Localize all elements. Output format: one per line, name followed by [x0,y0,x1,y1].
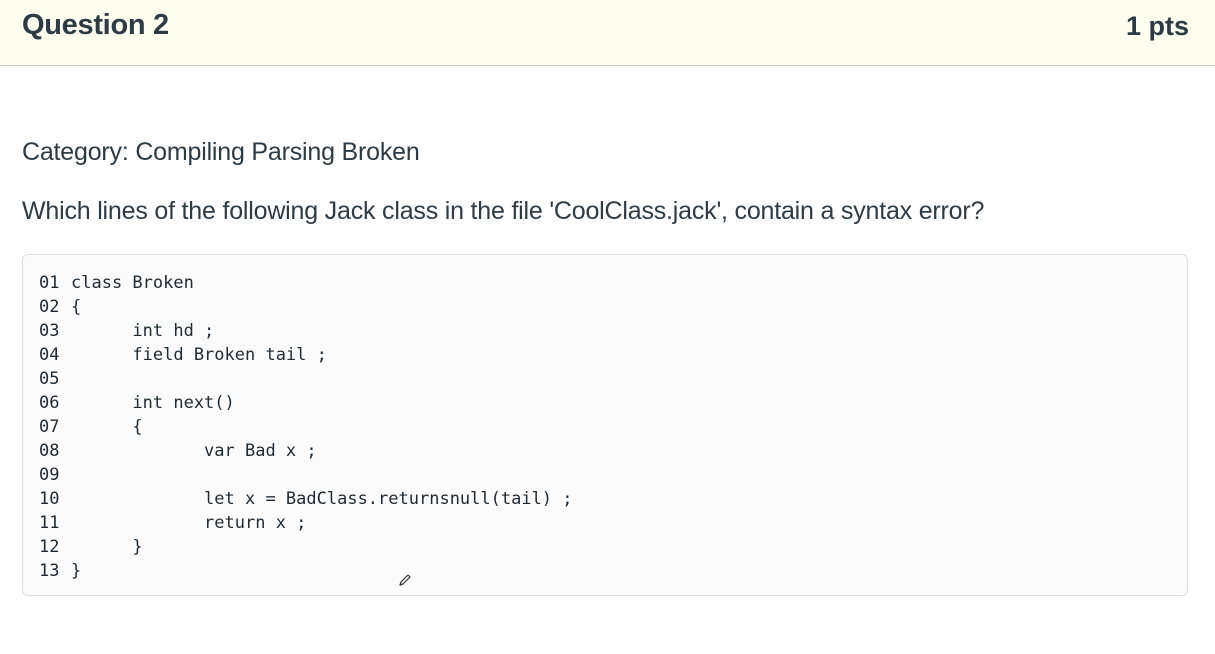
code-line: 01 class Broken [39,271,573,295]
code-line: 02 { [39,295,573,319]
line-code: int next() [71,393,235,413]
code-line: 07 { [39,415,573,439]
line-number: 09 [39,465,60,485]
line-number: 10 [39,489,60,509]
line-code: { [71,417,143,437]
line-code: let x = BadClass.returnsnull(tail) ; [71,489,573,509]
question-points: 1 pts [1125,11,1189,41]
line-code: return x ; [71,513,307,533]
question-prompt: Which lines of the following Jack class … [22,197,985,225]
code-line: 08 var Bad x ; [39,439,573,463]
question-header: Question 2 1 pts [0,0,1215,66]
line-code: int hd ; [71,321,215,341]
code-line: 03 int hd ; [39,319,573,343]
line-number: 05 [39,369,60,389]
line-number: 12 [39,537,60,557]
line-code: var Bad x ; [71,441,317,461]
code-line: 05 [39,367,573,391]
line-code: } [71,537,143,557]
line-code: { [71,297,82,317]
line-code: field Broken tail ; [71,345,327,365]
code-line: 13} [39,559,573,583]
code-line: 10 let x = BadClass.returnsnull(tail) ; [39,487,573,511]
code-line: 04 field Broken tail ; [39,343,573,367]
line-number: 13 [39,561,60,581]
pen-cursor-icon [399,574,411,586]
code-line: 09 [39,463,573,487]
question-category: Category: Compiling Parsing Broken [22,138,420,166]
line-number: 03 [39,321,60,341]
line-number: 01 [39,273,60,293]
code-block: 01 class Broken 02 { 03 int hd ; 04 field … [22,254,1188,596]
code-line: 12 } [39,535,573,559]
code-line: 11 return x ; [39,511,573,535]
line-number: 07 [39,417,60,437]
line-number: 11 [39,513,60,533]
line-number: 02 [39,297,60,317]
line-code: class Broken [71,273,194,293]
code-line: 06 int next() [39,391,573,415]
line-number: 06 [39,393,60,413]
line-number: 08 [39,441,60,461]
line-code: } [71,561,82,581]
question-title: Question 2 [22,9,169,41]
line-number: 04 [39,345,60,365]
code-lines: 01 class Broken 02 { 03 int hd ; 04 field … [39,271,573,583]
